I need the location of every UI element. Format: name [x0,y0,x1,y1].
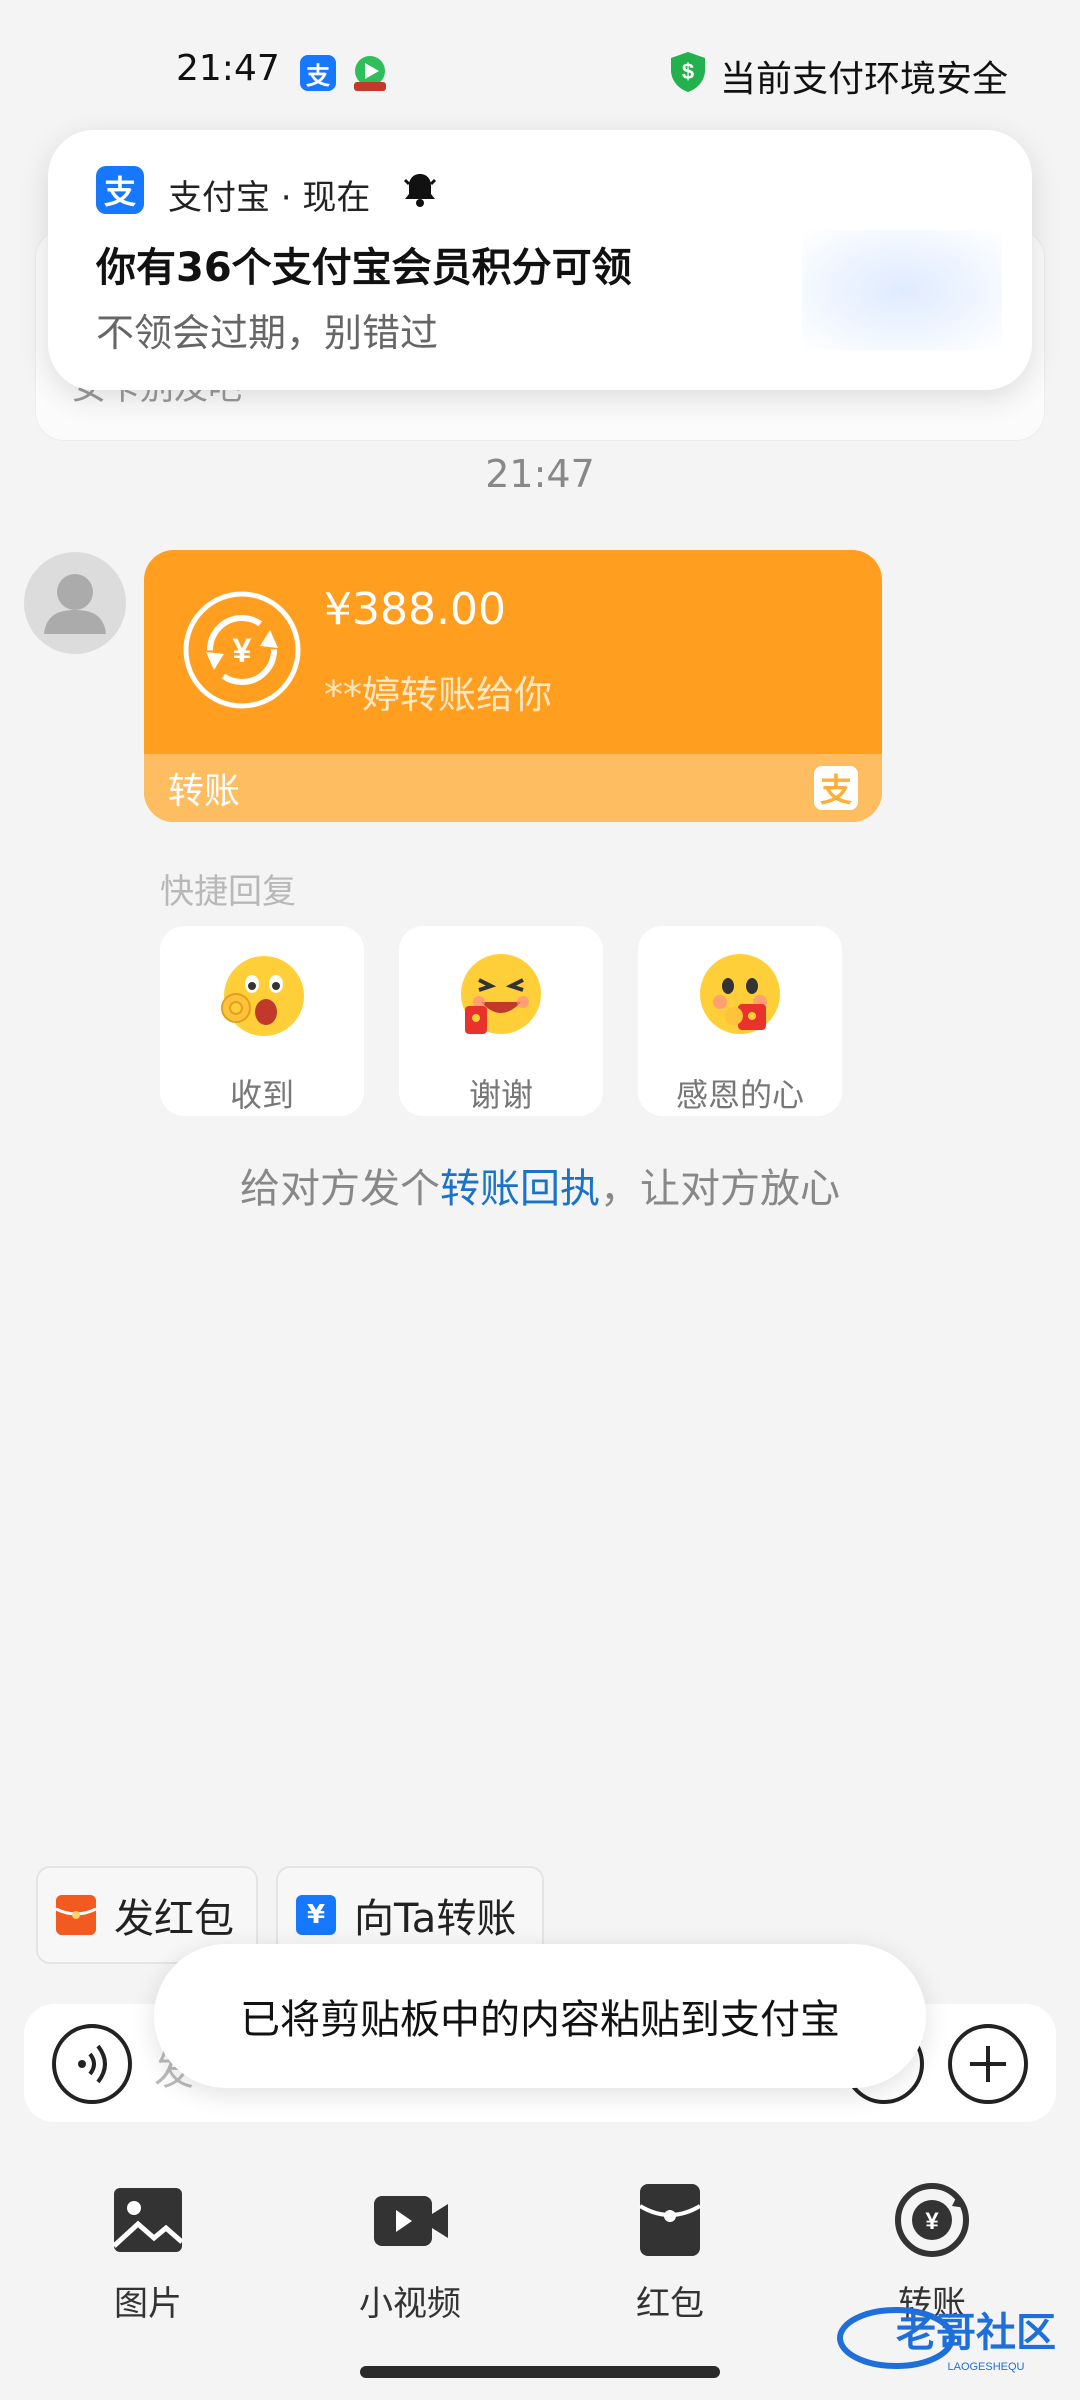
clipboard-toast: 已将剪贴板中的内容粘贴到支付宝 [154,1944,926,2088]
payment-safety-text: 当前支付环境安全 [720,59,1009,100]
push-notification[interactable]: 支 支付宝 · 现在 你有36个支付宝会员积分可领 不领会过期，别错过 [48,130,1032,390]
receipt-tip: 给对方发个转账回执，让对方放心 [0,1156,1080,1214]
receipt-tip-prefix: 给对方发个 [240,1166,440,1212]
transfer-message-card[interactable]: ¥ ¥388.00 **婷转账给你 转账 支 [144,550,882,822]
transfer-footer: 转账 支 [144,754,882,822]
voice-icon [78,2044,107,2084]
ok-hand-emoji-icon [221,956,304,1036]
plus-icon [970,2046,1006,2082]
quick-reply-text: 收到 [229,1076,294,1114]
home-indicator[interactable] [360,2366,720,2378]
notification-body: 不领会过期，别错过 [96,311,439,355]
quick-reply-thanks[interactable]: 谢谢 [399,926,603,1116]
shield-icon: $ [671,52,705,92]
transfer-amount: ¥388.00 [324,584,506,635]
transfer-icon: ¥ [895,2183,969,2257]
transfer-receipt-link[interactable]: 转账回执 [440,1166,600,1212]
video-icon [374,2196,448,2246]
transfer-to-them-label: 向Ta转账 [354,1896,517,1942]
grinning-red-packet-emoji-icon [461,954,541,1034]
red-packet-icon [56,1895,96,1935]
transfer-subtitle: **婷转账给你 [324,673,553,717]
toolbar-label: 小视频 [359,2284,461,2324]
red-packet-icon [638,2184,702,2256]
quick-reply-grateful[interactable]: 感恩的心 [638,926,842,1116]
toolbar-label: 图片 [114,2284,182,2324]
video-app-icon [354,56,386,91]
transfer-yuan-icon: ¥ [183,591,301,709]
toolbar-red-packet[interactable]: 红包 [590,2180,750,2330]
svg-text:LAOGESHEQU: LAOGESHEQU [947,2361,1024,2373]
alipay-icon: 支 [300,55,336,91]
svg-text:¥: ¥ [925,2208,939,2235]
toolbar-video[interactable]: 小视频 [330,2180,490,2330]
toolbar-image[interactable]: 图片 [68,2180,228,2330]
notification-glow [802,230,1002,350]
notification-title: 你有36个支付宝会员积分可领 [96,245,632,291]
svg-text:老哥社区: 老哥社区 [896,2310,1056,2356]
receipt-tip-suffix: ，让对方放心 [600,1166,840,1212]
quick-reply-text: 谢谢 [468,1076,533,1114]
user-silhouette-icon [44,574,106,634]
alipay-icon: 支 [814,766,858,810]
chat-timestamp: 21:47 [485,452,595,496]
watermark-logo: 老哥社区 LAOGESHEQU [837,2307,1056,2373]
quick-reply-label: 快捷回复 [160,872,296,912]
alipay-icon: 支 [96,166,144,214]
svg-text:$: $ [682,59,694,84]
svg-text:¥: ¥ [233,632,252,670]
grateful-red-packet-emoji-icon [700,954,780,1034]
notification-app-name: 支付宝 · 现在 [168,178,371,218]
more-button[interactable] [948,2024,1028,2104]
image-icon [112,2188,184,2252]
transfer-icon: ¥ [296,1895,336,1935]
bell-icon [403,174,437,207]
transfer-label: 转账 [168,771,241,812]
quick-reply-received[interactable]: 收到 [160,926,364,1116]
send-red-packet-label: 发红包 [114,1896,234,1942]
status-time: 21:47 [176,48,280,89]
voice-input-button[interactable] [52,2024,132,2104]
quick-reply-text: 感恩的心 [675,1076,804,1114]
toolbar-label: 红包 [636,2284,704,2324]
avatar[interactable] [24,552,126,654]
